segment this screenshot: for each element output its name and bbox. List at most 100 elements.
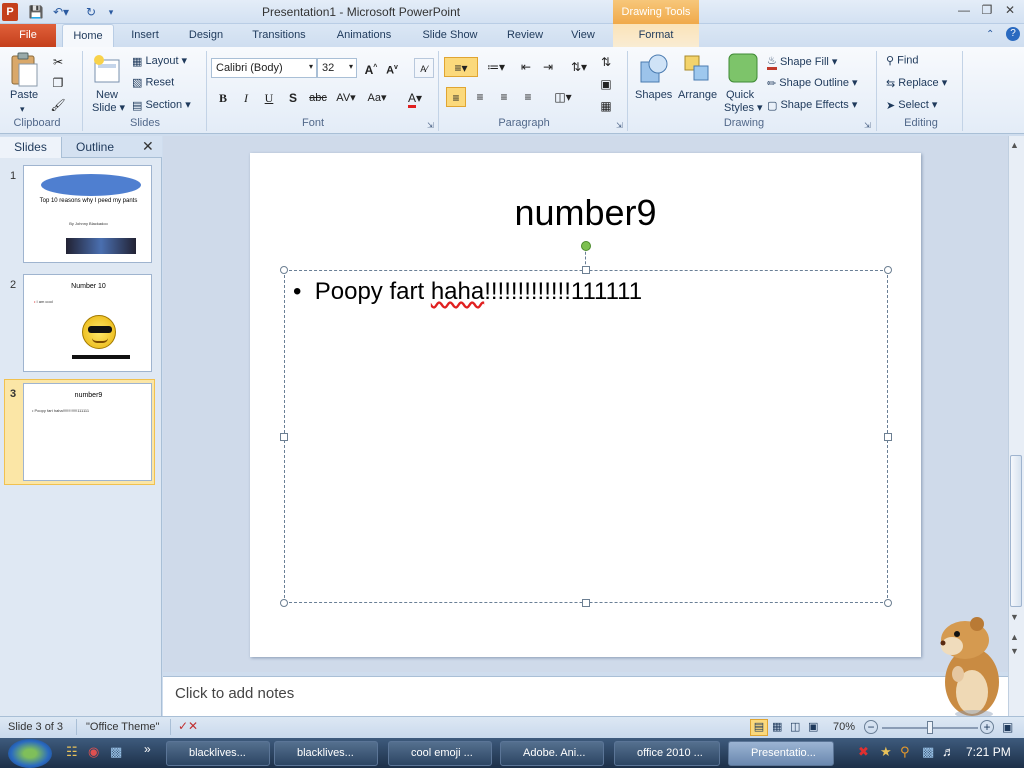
volume-icon[interactable]: ♬ (942, 744, 955, 759)
line-spacing-icon[interactable]: ⇅▾ (566, 57, 592, 77)
security-alert-icon[interactable]: ✖ (858, 744, 869, 760)
decrease-indent-icon[interactable]: ⇤ (516, 57, 536, 77)
taskbar-item[interactable]: cool emoji ... (388, 741, 492, 766)
chevron-down-icon[interactable]: ▾ (349, 62, 353, 71)
shape-effects-button[interactable]: ▢ Shape Effects ▾ (767, 98, 857, 112)
cut-icon[interactable]: ✂ (48, 52, 68, 72)
tab-slides[interactable]: Slides (0, 137, 62, 158)
italic-icon[interactable]: I (236, 88, 256, 108)
rotation-handle[interactable] (581, 241, 591, 251)
bullets-icon[interactable]: ≡▾ (444, 57, 478, 77)
resize-handle[interactable] (280, 266, 288, 274)
minimize-button[interactable]: — (954, 3, 974, 21)
scroll-up-icon[interactable]: ▲ (1010, 140, 1019, 150)
align-left-icon[interactable]: ≡ (446, 87, 466, 107)
next-slide-icon[interactable]: ▼ (1010, 646, 1019, 656)
taskbar-item[interactable]: blacklives... (166, 741, 270, 766)
replace-button[interactable]: ⇆ Replace ▾ (886, 76, 947, 90)
smartart-icon[interactable]: ▦ (596, 96, 616, 116)
tab-home[interactable]: Home (62, 24, 114, 47)
bullet-text[interactable]: • Poopy fart haha!!!!!!!!!!!!!111111 (293, 278, 642, 306)
shape-outline-button[interactable]: ✏ Shape Outline ▾ (767, 76, 858, 90)
redo-icon[interactable]: ↻ (82, 3, 100, 21)
zoom-level[interactable]: 70% (833, 721, 855, 733)
text-shadow-icon[interactable]: S (283, 88, 303, 108)
close-button[interactable]: ✕ (1000, 3, 1020, 21)
explorer-quicklaunch-icon[interactable]: ☷ (66, 744, 78, 760)
tab-slide-show[interactable]: Slide Show (414, 24, 486, 47)
shape-fill-button[interactable]: ♨ Shape Fill ▾ (767, 54, 837, 70)
save-icon[interactable]: 💾 (27, 3, 45, 21)
new-slide-icon[interactable] (92, 54, 122, 86)
slide-thumbnail-3[interactable]: number9 • Poopy fart haha!!!!!!!!!!!!!11… (23, 383, 152, 481)
find-button[interactable]: ⚲ Find (886, 54, 919, 67)
dialog-launcher-icon[interactable]: ⇲ (864, 121, 871, 130)
clear-formatting-icon[interactable]: A⁄ (414, 58, 434, 78)
quicklaunch-overflow-icon[interactable]: » (144, 742, 151, 756)
increase-indent-icon[interactable]: ⇥ (538, 57, 558, 77)
reading-view-icon[interactable]: ◫ (790, 720, 800, 733)
dialog-launcher-icon[interactable]: ⇲ (427, 121, 434, 130)
previous-slide-icon[interactable]: ▲ (1010, 632, 1019, 642)
numbering-icon[interactable]: ≔▾ (482, 57, 510, 77)
taskbar-item[interactable]: office 2010 ... (614, 741, 720, 766)
resize-handle[interactable] (582, 599, 590, 607)
resize-handle[interactable] (280, 433, 288, 441)
zoom-out-icon[interactable]: − (864, 720, 878, 734)
font-color-icon[interactable]: A▾ (402, 88, 428, 108)
align-text-icon[interactable]: ▣ (596, 74, 616, 94)
tab-view[interactable]: View (562, 24, 604, 47)
zoom-in-icon[interactable]: + (980, 720, 994, 734)
taskbar-item[interactable]: blacklives... (274, 741, 378, 766)
shapes-label[interactable]: Shapes (635, 89, 672, 101)
new-slide-label[interactable]: New (96, 89, 118, 101)
align-center-icon[interactable]: ≡ (470, 87, 490, 107)
spelling-check-icon[interactable]: ✓✕ (178, 719, 198, 733)
new-slide-label-2[interactable]: Slide ▾ (92, 101, 125, 114)
help-icon[interactable]: ? (1006, 27, 1020, 41)
shapes-icon[interactable] (638, 52, 670, 88)
minimize-ribbon-icon[interactable]: ⌃ (986, 29, 994, 40)
tab-insert[interactable]: Insert (122, 24, 168, 47)
tab-transitions[interactable]: Transitions (244, 24, 314, 47)
taskbar-item[interactable]: Adobe. Ani... (500, 741, 604, 766)
quick-styles-label[interactable]: Quick (726, 89, 754, 101)
tab-review[interactable]: Review (500, 24, 550, 47)
align-right-icon[interactable]: ≡ (494, 87, 514, 107)
slide-show-icon[interactable]: ▣ (808, 720, 818, 733)
zoom-thumb[interactable] (927, 721, 933, 734)
scroll-thumb[interactable] (1010, 455, 1022, 607)
taskbar-item-active[interactable]: Presentatio... (728, 741, 834, 766)
resize-handle[interactable] (884, 599, 892, 607)
quick-styles-label-2[interactable]: Styles ▾ (724, 101, 763, 114)
undo-icon[interactable]: ↶▾ (50, 3, 72, 21)
shrink-font-icon[interactable]: Av (382, 58, 402, 78)
resize-handle[interactable] (582, 266, 590, 274)
customize-qat-icon[interactable]: ▾ (104, 3, 118, 21)
normal-view-icon[interactable]: ▤ (750, 719, 768, 736)
copy-icon[interactable]: ❐ (48, 73, 68, 93)
tab-design[interactable]: Design (180, 24, 232, 47)
start-button[interactable] (8, 739, 52, 768)
content-placeholder[interactable] (284, 270, 888, 603)
browser-quicklaunch-icon[interactable]: ◉ (88, 744, 99, 760)
restore-button[interactable]: ❐ (977, 3, 997, 21)
resize-handle[interactable] (884, 266, 892, 274)
tab-format[interactable]: Format (613, 24, 699, 47)
resize-handle[interactable] (280, 599, 288, 607)
character-spacing-icon[interactable]: AV▾ (333, 88, 359, 108)
powerpoint-logo-icon[interactable]: P (2, 3, 18, 21)
tray-icon[interactable]: ★ (880, 744, 892, 760)
theme-name[interactable]: "Office Theme" (86, 721, 159, 733)
close-pane-icon[interactable]: ✕ (142, 138, 154, 155)
slide-thumbnail-1[interactable]: Top 10 reasons why I peed my pants By Jo… (23, 165, 152, 263)
paste-label[interactable]: Paste (10, 89, 38, 101)
tab-animations[interactable]: Animations (328, 24, 400, 47)
search-tray-icon[interactable]: ⚲ (900, 744, 910, 760)
notes-placeholder[interactable]: Click to add notes (175, 685, 294, 702)
quick-styles-icon[interactable] (728, 52, 758, 86)
layout-button[interactable]: ▦ Layout ▾ (132, 54, 187, 68)
grow-font-icon[interactable]: A^ (361, 58, 381, 78)
columns-icon[interactable]: ◫▾ (550, 87, 576, 107)
format-painter-icon[interactable]: 🖌 (48, 95, 68, 115)
